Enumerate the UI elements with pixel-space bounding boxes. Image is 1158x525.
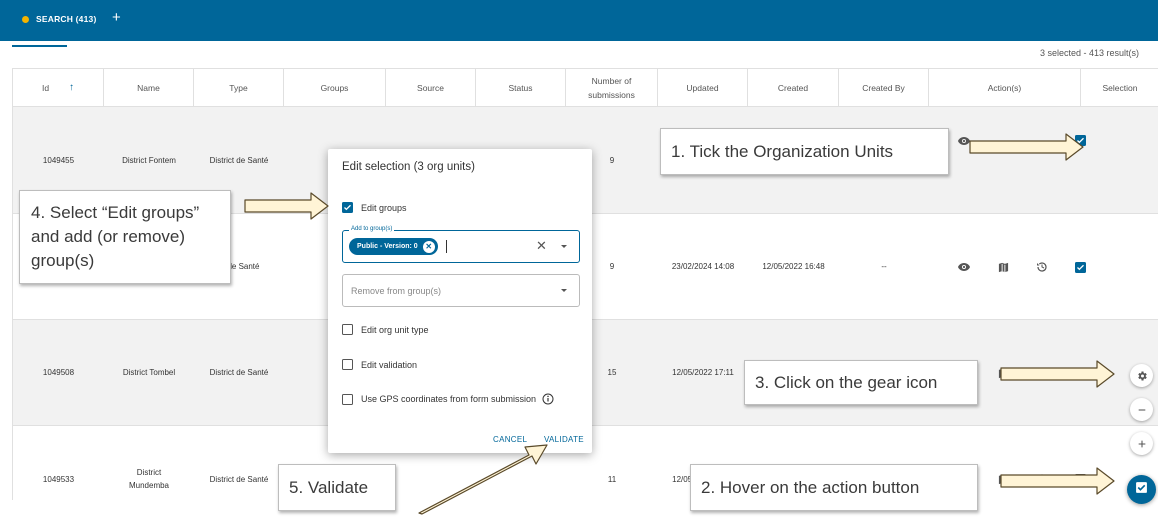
arrow-step-5 [418,444,548,515]
arrows-overlay [244,133,1115,515]
arrow-step-3 [1000,360,1115,388]
arrow-step-1 [969,133,1084,161]
arrow-step-2 [1000,467,1115,495]
arrow-step-4 [244,192,329,220]
